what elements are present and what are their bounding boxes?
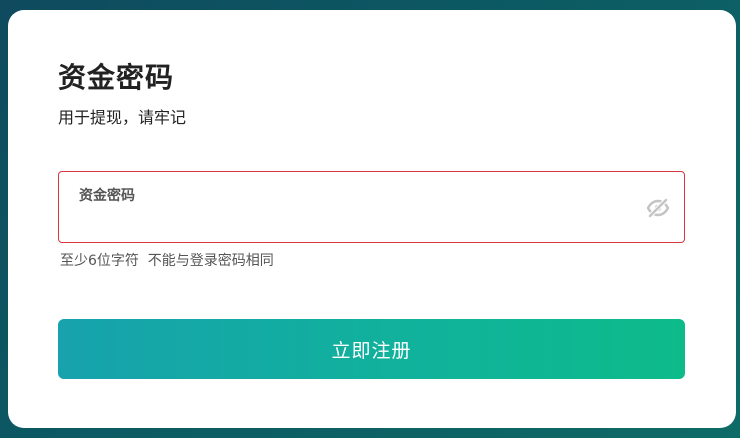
password-hint: 至少6位字符 不能与登录密码相同 — [60, 253, 274, 269]
page-subtitle: 用于提现，请牢记 — [58, 108, 187, 127]
eye-slash-icon[interactable] — [644, 194, 672, 222]
fund-password-field[interactable]: 资金密码 — [58, 171, 685, 243]
fund-password-label: 资金密码 — [79, 188, 135, 204]
register-button[interactable]: 立即注册 — [58, 319, 685, 379]
fund-password-input[interactable] — [79, 208, 619, 234]
fund-password-card: 资金密码 用于提现，请牢记 资金密码 至少6位字符 不能与登录密码相同 立即注册 — [8, 10, 736, 428]
page-title: 资金密码 — [58, 61, 175, 94]
